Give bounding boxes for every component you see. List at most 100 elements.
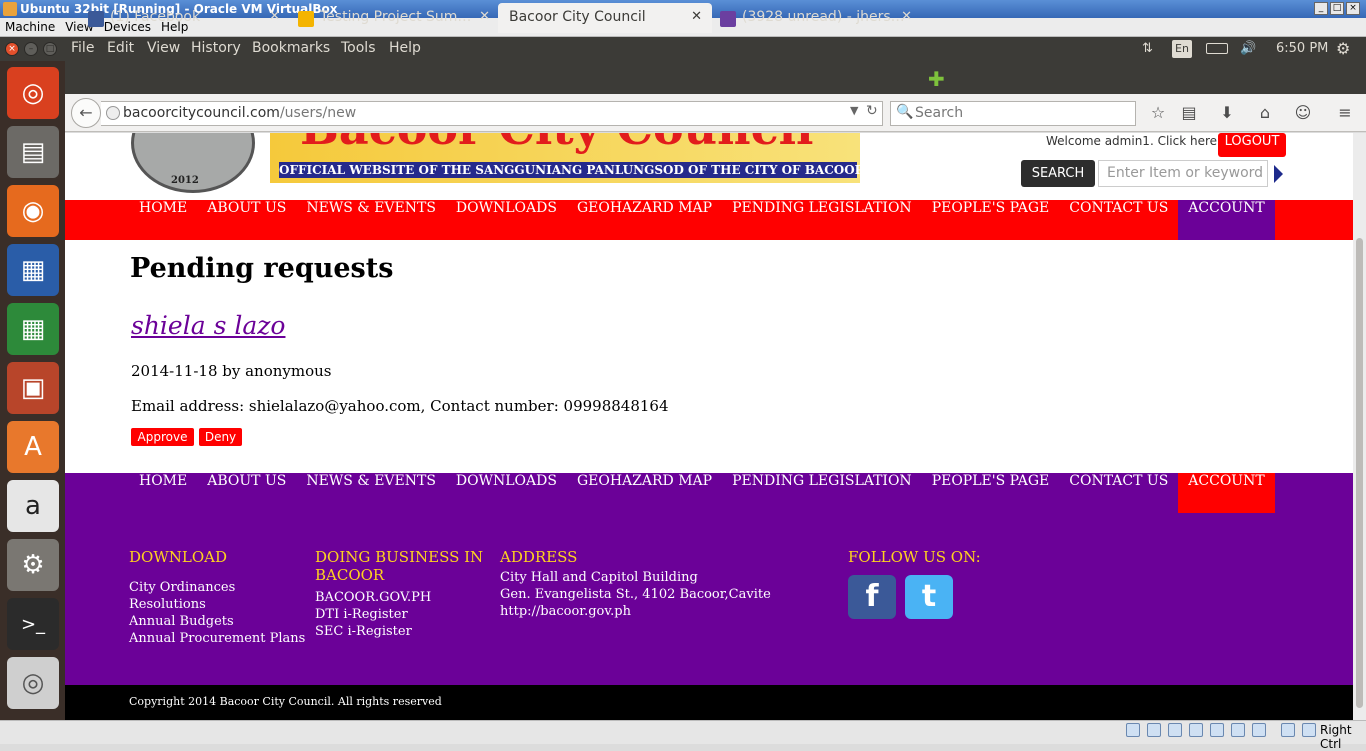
footer-link-annual-budgets[interactable]: Annual Budgets	[129, 613, 305, 630]
nav-account[interactable]: ACCOUNT	[1178, 200, 1275, 240]
mouse-integration-icon[interactable]	[1281, 723, 1295, 737]
reading-list-icon[interactable]: ▤	[1177, 102, 1201, 124]
site-identity-icon[interactable]	[106, 106, 120, 120]
keyboard-capture-icon[interactable]	[1302, 723, 1316, 737]
tab-close-icon[interactable]: ✕	[479, 9, 490, 24]
nav-pending-legislation[interactable]: PENDING LEGISLATION	[722, 200, 922, 240]
network-icon[interactable]: ⇅	[1142, 41, 1153, 56]
new-tab-icon[interactable]: ✚	[928, 67, 945, 91]
libreoffice-calc-icon[interactable]: ▦	[7, 303, 59, 355]
menu-bookmarks[interactable]: Bookmarks	[252, 40, 330, 56]
display-icon[interactable]	[1210, 723, 1224, 737]
network-adapter-icon[interactable]	[1231, 723, 1245, 737]
footer-nav-news-events[interactable]: NEWS & EVENTS	[296, 473, 446, 513]
tab-close-icon[interactable]: ✕	[901, 9, 912, 24]
nav-geohazard-map[interactable]: GEOHAZARD MAP	[567, 200, 722, 240]
nav-downloads[interactable]: DOWNLOADS	[446, 200, 567, 240]
twitter-icon[interactable]: t	[905, 575, 953, 619]
close-icon[interactable]: ×	[1346, 2, 1360, 15]
downloads-icon[interactable]: ⬇	[1215, 102, 1239, 124]
footer-nav-account[interactable]: ACCOUNT	[1178, 473, 1275, 513]
nav-news-events[interactable]: NEWS & EVENTS	[296, 200, 446, 240]
menu-tools[interactable]: Tools	[341, 40, 376, 56]
footer-nav-home[interactable]: HOME	[129, 473, 197, 513]
tab-close-icon[interactable]: ✕	[269, 9, 280, 24]
footer-nav-pending-legislation[interactable]: PENDING LEGISLATION	[722, 473, 922, 513]
footer-link-procurement-plans[interactable]: Annual Procurement Plans	[129, 630, 305, 647]
files-icon[interactable]: ▤	[7, 126, 59, 178]
search-go-arrow-icon[interactable]	[1274, 165, 1283, 183]
volume-icon[interactable]: 🔊	[1240, 41, 1256, 56]
back-arrow-icon[interactable]: ←	[71, 98, 101, 128]
facebook-icon[interactable]: f	[848, 575, 896, 619]
footer-nav-about-us[interactable]: ABOUT US	[197, 473, 296, 513]
footer-nav-downloads[interactable]: DOWNLOADS	[446, 473, 567, 513]
tab-close-icon[interactable]: ✕	[691, 9, 702, 24]
keyboard-layout-indicator[interactable]: En	[1172, 40, 1192, 58]
menu-file[interactable]: File	[71, 40, 94, 56]
menu-view[interactable]: View	[147, 40, 180, 56]
keyword-input[interactable]: Enter Item or keyword	[1098, 160, 1268, 187]
hard-disk-icon[interactable]	[1126, 723, 1140, 737]
menu-help[interactable]: Help	[389, 40, 421, 56]
battery-icon[interactable]	[1206, 43, 1228, 54]
window-close-icon[interactable]: ×	[5, 42, 19, 56]
tab-bacoor-city-council[interactable]: Bacoor City Council ✕	[498, 3, 712, 33]
shared-folders-icon[interactable]	[1189, 723, 1203, 737]
tab-google-drive[interactable]: Testing Project Sum… ✕	[290, 3, 500, 33]
ubuntu-dash-icon[interactable]: ◎	[7, 67, 59, 119]
footer-nav-contact-us[interactable]: CONTACT US	[1059, 473, 1178, 513]
footer-link-resolutions[interactable]: Resolutions	[129, 596, 305, 613]
clock[interactable]: 6:50 PM	[1276, 41, 1328, 56]
bookmark-star-icon[interactable]: ☆	[1146, 102, 1170, 124]
deny-button[interactable]: Deny	[199, 428, 242, 446]
search-input[interactable]: Search	[890, 101, 1136, 126]
menu-edit[interactable]: Edit	[107, 40, 134, 56]
nav-home[interactable]: HOME	[129, 200, 197, 240]
window-minimize-icon[interactable]: –	[24, 42, 38, 56]
reload-icon[interactable]: ↻	[866, 103, 878, 119]
tab-facebook[interactable]: (1) Facebook ✕	[80, 3, 290, 33]
footer-follow-column: FOLLOW US ON:	[848, 548, 981, 566]
amazon-icon[interactable]: a	[7, 480, 59, 532]
menu-history[interactable]: History	[191, 40, 241, 56]
window-maximize-icon[interactable]: □	[43, 42, 57, 56]
address-link[interactable]: http://bacoor.gov.ph	[500, 603, 771, 620]
scrollbar-thumb[interactable]	[1356, 238, 1363, 708]
minimize-icon[interactable]: _	[1314, 2, 1328, 15]
usb-icon[interactable]	[1168, 723, 1182, 737]
video-capture-icon[interactable]	[1252, 723, 1266, 737]
vbox-menu-machine[interactable]: Machine	[0, 18, 60, 36]
terminal-icon[interactable]: >_	[7, 598, 59, 650]
dvd-icon[interactable]: ◎	[7, 657, 59, 709]
tab-mail[interactable]: (3928 unread) - jhers… ✕	[712, 3, 922, 33]
url-dropdown-icon[interactable]: ▼	[850, 104, 858, 117]
optical-drive-icon[interactable]	[1147, 723, 1161, 737]
nav-contact-us[interactable]: CONTACT US	[1059, 200, 1178, 240]
nav-peoples-page[interactable]: PEOPLE'S PAGE	[922, 200, 1060, 240]
footer-nav-geohazard-map[interactable]: GEOHAZARD MAP	[567, 473, 722, 513]
libreoffice-impress-icon[interactable]: ▣	[7, 362, 59, 414]
libreoffice-writer-icon[interactable]: ▦	[7, 244, 59, 296]
vbox-status-bar	[0, 720, 1366, 744]
logout-button[interactable]: LOGOUT	[1218, 133, 1286, 157]
approve-button[interactable]: Approve	[131, 428, 194, 446]
software-center-icon[interactable]: A	[7, 421, 59, 473]
chat-icon[interactable]: ☺	[1291, 102, 1315, 124]
address-line: City Hall and Capitol Building	[500, 570, 698, 585]
site-search-button[interactable]: SEARCH	[1021, 160, 1095, 187]
maximize-icon[interactable]: □	[1330, 2, 1344, 15]
system-settings-icon[interactable]: ⚙	[7, 539, 59, 591]
request-name-link[interactable]: shiela s lazo	[131, 311, 285, 340]
home-icon[interactable]: ⌂	[1253, 102, 1277, 124]
url-bar[interactable]: bacoorcitycouncil.com/users/new	[101, 101, 883, 126]
footer-link-sec[interactable]: SEC i-Register	[315, 623, 483, 640]
nav-about-us[interactable]: ABOUT US	[197, 200, 296, 240]
footer-nav-peoples-page[interactable]: PEOPLE'S PAGE	[922, 473, 1060, 513]
footer-link-bacoor-gov[interactable]: BACOOR.GOV.PH	[315, 589, 483, 606]
firefox-icon[interactable]: ◉	[7, 185, 59, 237]
hamburger-menu-icon[interactable]: ≡	[1333, 102, 1357, 124]
footer-link-dti[interactable]: DTI i-Register	[315, 606, 483, 623]
settings-gear-icon[interactable]: ⚙	[1336, 39, 1350, 58]
footer-link-city-ordinances[interactable]: City Ordinances	[129, 579, 305, 596]
